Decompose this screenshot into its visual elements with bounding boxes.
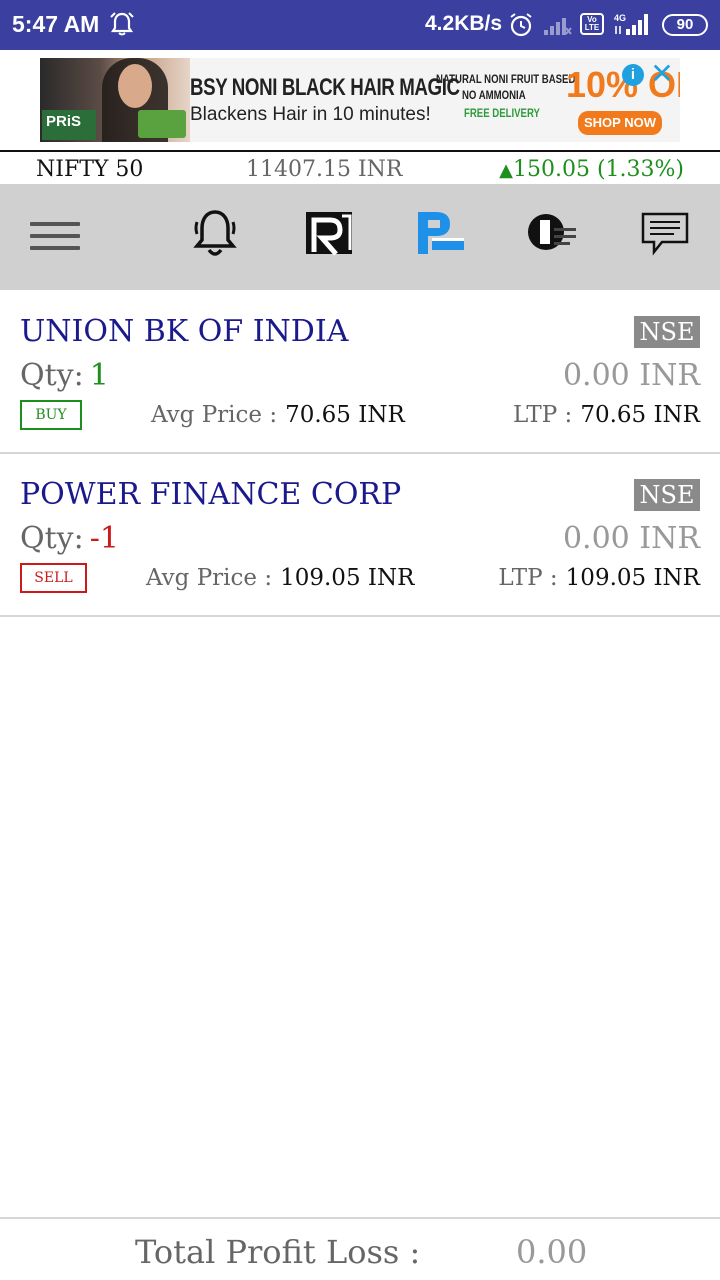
avg-price-label: Avg Price : xyxy=(151,402,278,428)
ltp-value: 109.05 INR xyxy=(565,565,700,591)
toolbar xyxy=(0,184,720,290)
up-arrow-icon: ▲ xyxy=(499,160,513,181)
avg-price-label: Avg Price : xyxy=(146,565,273,591)
menu-bar-3 xyxy=(30,246,80,250)
battery-indicator: 90 xyxy=(662,14,708,36)
clock-icon xyxy=(510,13,532,37)
ltp-value: 70.65 INR xyxy=(580,402,700,428)
ad-banner[interactable]: PRiS BSY NONI BLACK HAIR MAGIC Blackens … xyxy=(40,58,680,142)
ad-tagline-1: NATURAL NONI FRUIT BASED xyxy=(436,72,576,86)
index-change: ▲150.05 (1.33%) xyxy=(499,157,684,182)
ltp: LTP : 109.05 INR xyxy=(498,565,700,591)
exchange-badge: NSE xyxy=(634,316,700,348)
position-symbol: UNION BK OF INDIA xyxy=(20,314,349,349)
svg-text:4G: 4G xyxy=(614,13,626,23)
index-ticker[interactable]: NIFTY 50 11407.15 INR ▲150.05 (1.33%) xyxy=(0,150,720,186)
ad-product xyxy=(138,110,186,138)
total-pnl-value: 0.00 xyxy=(516,1233,588,1271)
ad-shop-now-button[interactable]: SHOP NOW xyxy=(578,111,662,135)
bell-icon[interactable] xyxy=(188,208,242,258)
position-qty: Qty: 1 xyxy=(20,358,109,393)
o-logo-icon[interactable] xyxy=(526,208,580,258)
r-logo-icon[interactable] xyxy=(302,208,356,258)
total-pnl-label: Total Profit Loss : xyxy=(135,1233,421,1271)
alarm-icon xyxy=(110,12,134,36)
ad-model-face xyxy=(118,64,152,108)
menu-bar-1 xyxy=(30,222,80,226)
position-row[interactable]: UNION BK OF INDIA NSE Qty: 1 0.00 INR BUY… xyxy=(0,290,720,454)
exchange-badge: NSE xyxy=(634,479,700,511)
qty-value: -1 xyxy=(89,521,119,556)
index-value: 11407.15 INR xyxy=(246,157,403,182)
ad-info-icon[interactable]: i xyxy=(622,64,644,86)
position-row[interactable]: POWER FINANCE CORP NSE Qty: -1 0.00 INR S… xyxy=(0,453,720,617)
ad-close-icon[interactable]: ✕ xyxy=(650,60,674,88)
ad-brand-logo: PRiS xyxy=(42,110,96,140)
net-speed: 4.2KB/s xyxy=(425,12,503,35)
position-symbol: POWER FINANCE CORP xyxy=(20,477,402,512)
ad-tagline-2: NO AMMONIA xyxy=(462,88,526,102)
index-name: NIFTY 50 xyxy=(36,157,144,182)
ltp-label: LTP : xyxy=(498,565,558,591)
avg-price-value: 109.05 INR xyxy=(280,565,415,591)
avg-price-value: 70.65 INR xyxy=(285,402,405,428)
avg-price: Avg Price : 70.65 INR xyxy=(151,402,405,428)
total-pnl-footer: Total Profit Loss : 0.00 xyxy=(0,1217,720,1280)
qty-value: 1 xyxy=(89,358,109,393)
signal-weak-icon xyxy=(544,18,572,35)
ad-tagline-3: FREE DELIVERY xyxy=(464,106,540,120)
buy-badge: BUY xyxy=(20,400,82,430)
ltp: LTP : 70.65 INR xyxy=(513,402,700,428)
menu-icon[interactable] xyxy=(30,208,82,258)
menu-bar-2 xyxy=(30,234,80,238)
avg-price: Avg Price : 109.05 INR xyxy=(146,565,414,591)
ltp-label: LTP : xyxy=(513,402,573,428)
volte-badge: Vo LTE xyxy=(580,13,604,35)
qty-label: Qty: xyxy=(20,358,84,393)
status-time: 5:47 AM xyxy=(12,11,100,37)
signal-4g-icon: 4G xyxy=(614,13,648,35)
index-change-value: 150.05 (1.33%) xyxy=(512,157,684,182)
p-logo-icon[interactable] xyxy=(414,208,468,258)
sell-badge: SELL xyxy=(20,563,87,593)
ad-subline: Blackens Hair in 10 minutes! xyxy=(190,104,431,125)
ad-headline: BSY NONI BLACK HAIR MAGIC xyxy=(190,74,460,101)
qty-label: Qty: xyxy=(20,521,84,556)
message-icon[interactable] xyxy=(638,208,692,258)
position-pnl: 0.00 INR xyxy=(562,521,700,556)
status-bar: 5:47 AM 4.2KB/s Vo LTE 4G 90 xyxy=(0,0,720,50)
position-qty: Qty: -1 xyxy=(20,521,119,556)
position-pnl: 0.00 INR xyxy=(562,358,700,393)
